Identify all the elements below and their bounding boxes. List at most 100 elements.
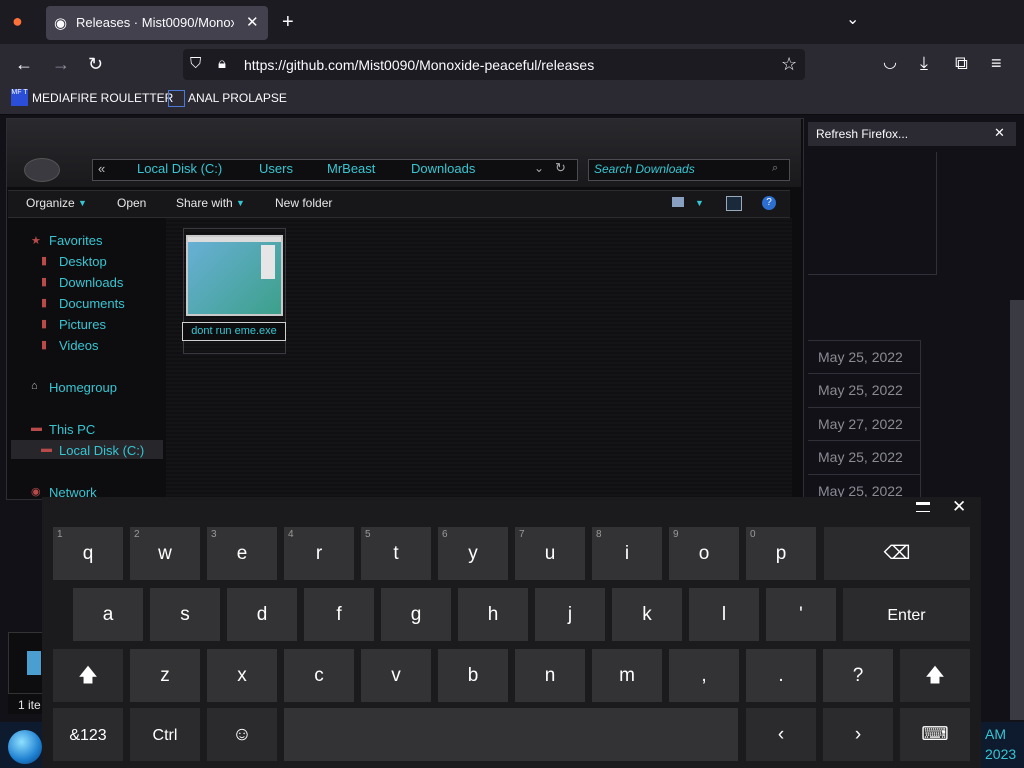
share-with-button[interactable]: Share with — [176, 196, 233, 210]
close-notification-icon[interactable]: ✕ — [994, 126, 1005, 139]
forward-icon[interactable]: → — [52, 55, 70, 73]
backspace-key[interactable]: ⌫ — [824, 527, 970, 580]
bookmark-star-icon[interactable]: ☆ — [781, 55, 797, 73]
left-arrow-key[interactable]: ‹ — [746, 708, 816, 761]
help-icon[interactable]: ? — [762, 196, 776, 210]
view-icon[interactable] — [672, 197, 684, 207]
breadcrumb-downloads[interactable]: Downloads — [411, 161, 475, 176]
key-r[interactable]: 4r — [284, 527, 354, 580]
key-q[interactable]: 1q — [53, 527, 123, 580]
key-label: g — [410, 604, 422, 625]
shift-key[interactable]: 🡅 — [53, 649, 123, 702]
right-arrow-key[interactable]: › — [823, 708, 893, 761]
nav-documents[interactable]: Documents — [59, 296, 125, 311]
key-u[interactable]: 7u — [515, 527, 585, 580]
extensions-icon[interactable]: ⧉ — [955, 54, 968, 72]
network-icon: ◉ — [31, 486, 41, 498]
chevron-down-icon[interactable]: ⌄ — [534, 161, 544, 175]
close-keyboard-icon[interactable]: ✕ — [952, 497, 966, 517]
breadcrumb-local-disk[interactable]: Local Disk (C:) — [137, 161, 222, 176]
file-name-label[interactable]: dont run eme.exe — [182, 322, 286, 341]
search-icon[interactable]: ⌕ — [772, 162, 778, 175]
back-forward-orb-icon[interactable] — [24, 158, 60, 182]
firefox-icon[interactable]: ● — [12, 12, 23, 30]
key-period[interactable]: . — [746, 649, 816, 702]
nav-this-pc[interactable]: This PC — [49, 422, 95, 437]
key-z[interactable]: z — [130, 649, 200, 702]
nav-desktop[interactable]: Desktop — [59, 254, 107, 269]
breadcrumb-mrbeast[interactable]: MrBeast — [327, 161, 375, 176]
organize-button[interactable]: Organize — [26, 196, 75, 210]
reload-icon[interactable]: ↻ — [88, 55, 103, 73]
enter-key[interactable]: Enter — [843, 588, 970, 641]
key-comma[interactable]: , — [669, 649, 739, 702]
key-o[interactable]: 9o — [669, 527, 739, 580]
key-d[interactable]: d — [227, 588, 297, 641]
space-key[interactable] — [284, 708, 738, 761]
key-e[interactable]: 3e — [207, 527, 277, 580]
key-label: b — [467, 665, 479, 686]
nav-downloads[interactable]: Downloads — [59, 275, 123, 290]
key-g[interactable]: g — [381, 588, 451, 641]
nav-local-disk[interactable]: Local Disk (C:) — [59, 443, 144, 458]
key-a[interactable]: a — [73, 588, 143, 641]
key-k[interactable]: k — [612, 588, 682, 641]
scrollbar-thumb[interactable] — [1010, 300, 1024, 720]
clock[interactable]: AM 2023 — [981, 722, 1024, 768]
status-bar: 1 ite — [8, 694, 42, 714]
shift-key[interactable]: 🡅 — [900, 649, 970, 702]
symbols-key[interactable]: &123 — [53, 708, 123, 761]
key-y[interactable]: 6y — [438, 527, 508, 580]
key-v[interactable]: v — [361, 649, 431, 702]
keyboard-layout-key[interactable]: ⌨ — [900, 708, 970, 761]
tab-releases[interactable]: ◉ Releases · Mist0090/Monoxide-peaceful … — [46, 6, 268, 40]
key-t[interactable]: 5t — [361, 527, 431, 580]
key-n[interactable]: n — [515, 649, 585, 702]
new-folder-button[interactable]: New folder — [275, 196, 332, 210]
file-thumbnail[interactable] — [186, 235, 283, 316]
key-question[interactable]: ? — [823, 649, 893, 702]
key-f[interactable]: f — [304, 588, 374, 641]
refresh-icon[interactable]: ↻ — [555, 160, 566, 176]
bookmark-mediafire[interactable]: MEDIAFIRE ROULETTER — [32, 91, 173, 105]
breadcrumb-users[interactable]: Users — [259, 161, 293, 176]
key-s[interactable]: s — [150, 588, 220, 641]
nav-pictures[interactable]: Pictures — [59, 317, 106, 332]
key-number-hint: 4 — [288, 529, 294, 540]
key-i[interactable]: 8i — [592, 527, 662, 580]
key-h[interactable]: h — [458, 588, 528, 641]
close-tab-icon[interactable]: ✕ — [246, 13, 259, 31]
documents-icon: ▮ — [41, 297, 48, 309]
emoji-key[interactable]: ☺ — [207, 708, 277, 761]
bookmark-anal-prolapse[interactable]: ANAL PROLAPSE — [188, 91, 287, 105]
key-m[interactable]: m — [592, 649, 662, 702]
start-orb-icon[interactable] — [8, 730, 42, 764]
key-apostrophe[interactable]: ' — [766, 588, 836, 641]
nav-homegroup[interactable]: Homegroup — [49, 380, 117, 395]
videos-icon: ▮ — [41, 339, 48, 351]
chevron-down-icon[interactable]: ▼ — [695, 198, 704, 208]
ctrl-key[interactable]: Ctrl — [130, 708, 200, 761]
preview-pane-icon[interactable] — [726, 196, 742, 211]
lock-icon[interactable]: 🔒︎ — [218, 56, 226, 71]
key-j[interactable]: j — [535, 588, 605, 641]
back-icon[interactable]: ← — [15, 55, 33, 73]
key-c[interactable]: c — [284, 649, 354, 702]
key-w[interactable]: 2w — [130, 527, 200, 580]
download-icon[interactable]: ⤓ — [920, 54, 928, 72]
pocket-icon[interactable]: ◡ — [883, 55, 897, 71]
key-x[interactable]: x — [207, 649, 277, 702]
menu-icon[interactable]: ≡ — [991, 54, 1002, 72]
chevron-down-icon[interactable]: ⌄ — [846, 12, 859, 28]
release-date: May 25, 2022 — [808, 440, 921, 474]
open-button[interactable]: Open — [117, 196, 146, 210]
key-label: Ctrl — [152, 727, 178, 744]
key-b[interactable]: b — [438, 649, 508, 702]
key-p[interactable]: 0p — [746, 527, 816, 580]
dock-keyboard-icon[interactable] — [916, 502, 930, 512]
key-l[interactable]: l — [689, 588, 759, 641]
shield-icon[interactable]: ⛉ — [190, 56, 201, 71]
new-tab-icon[interactable]: + — [282, 12, 294, 32]
nav-videos[interactable]: Videos — [59, 338, 99, 353]
nav-favorites[interactable]: Favorites — [49, 233, 102, 248]
